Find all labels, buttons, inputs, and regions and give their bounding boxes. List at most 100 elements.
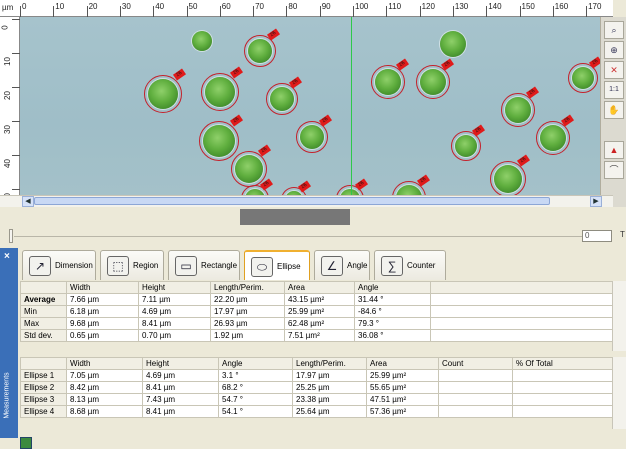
tab-rectangle[interactable]: ▭ Rectangle [168,250,240,280]
scroll-right-icon[interactable]: ▶ [590,196,602,207]
table-cell [430,305,613,318]
table-header-row: Width Height Angle Length/Perim. Area Co… [20,357,613,370]
column-header[interactable]: % Of Total [512,357,613,370]
ruler-tick [53,6,55,17]
measurement-tag: 26 [318,114,333,127]
one-to-one-icon[interactable]: 1:1 [604,81,624,99]
ruler-tick-label: 50 [188,2,198,11]
table-header-row: Width Height Length/Perim. Area Angle [20,281,613,294]
zoom-fit-icon[interactable]: ⊕ [604,41,624,59]
ruler-tick [386,6,388,17]
table-cell: 3.1 ° [218,369,293,382]
ruler-tick-label: 60 [221,2,231,11]
close-icon[interactable]: × [4,251,10,262]
ruler-tick [552,6,554,17]
table-cell [512,393,613,406]
column-header[interactable]: Angle [354,281,431,294]
column-header[interactable]: Length/Perim. [210,281,285,294]
scroll-left-icon[interactable]: ◀ [22,196,34,207]
cursor-guide-line [351,17,352,195]
table-cell [512,369,613,382]
ruler-tick-label: 40 [155,2,165,11]
column-header [20,357,67,370]
ruler-tick [419,6,421,17]
ruler-tick-label: 160 [554,2,569,11]
zoom-in-icon[interactable]: ⌕ [604,21,624,39]
table-row[interactable]: Ellipse 4 8.68 µm 8.41 µm 54.1 ° 25.64 µm 57.… [20,405,613,418]
ruler-tick-label: 100 [355,2,369,11]
color-picker-icon[interactable]: ▲ [604,141,624,159]
ruler-tick-label: 30 [121,2,131,11]
column-header[interactable]: Count [438,357,513,370]
table-row[interactable]: Ellipse 2 8.42 µm 8.41 µm 68.2 ° 25.25 µm 55.… [20,381,613,394]
ruler-tick-label: 90 [321,2,331,11]
column-header[interactable]: Width [66,281,139,294]
table-row[interactable]: Std dev. 0.65 µm 0.70 µm 1.92 µm 7.51 µm… [20,329,613,342]
region-icon: ⬚ [107,256,129,276]
ruler-tick [12,121,20,122]
table-row[interactable]: Ellipse 1 7.05 µm 4.69 µm 3.1 ° 17.97 µm 25.9… [20,369,613,382]
table-cell [430,293,613,306]
column-header[interactable]: Area [366,357,439,370]
table-cell: 0.70 µm [138,329,211,342]
table-row[interactable]: Max 9.68 µm 8.41 µm 26.93 µm 62.48 µm² 7… [20,317,613,330]
column-header[interactable]: Width [66,357,143,370]
column-header[interactable]: Length/Perim. [292,357,367,370]
tab-ellipse[interactable]: ⬭ Ellipse [244,250,310,280]
horizontal-scroll-thumb[interactable] [34,197,550,205]
table-row[interactable]: Average 7.66 µm 7.11 µm 22.20 µm 43.15 µ… [20,293,613,306]
tab-angle[interactable]: ∠ Angle [314,250,370,280]
table-cell: 7.51 µm² [284,329,355,342]
cell-object[interactable] [440,31,466,57]
tab-counter[interactable]: ∑ Counter [374,250,446,280]
ellipse-annotation[interactable] [199,121,239,161]
column-header[interactable]: Angle [218,357,293,370]
ruler-tick-label: 10 [2,57,12,66]
table-cell: 54.1 ° [218,405,293,418]
tab-region[interactable]: ⬚ Region [100,250,164,280]
lasso-icon[interactable]: ⌒ [604,161,624,179]
table-cell: 47.51 µm² [366,393,439,406]
table-cell: 6.18 µm [66,305,139,318]
row-label: Ellipse 2 [20,381,67,394]
ruler-tick [353,6,354,17]
ruler-tick [20,6,21,17]
measurement-tag: 26 [516,154,531,167]
image-canvas[interactable]: 26 26 26 26 26 26 26 26 26 26 26 26 26 26 26 26 26 26 [20,17,613,195]
ellipse-icon: ⬭ [251,257,273,277]
frame-slider-handle[interactable] [9,229,13,243]
measurement-tag: 26 [440,58,455,71]
ruler-tick [253,6,255,17]
frame-value-input[interactable]: 0 [582,230,612,242]
row-label: Std dev. [20,329,67,342]
ellipse-vertical-scrollbar[interactable] [612,357,626,429]
column-header[interactable]: Area [284,281,355,294]
cell-object[interactable] [192,31,212,51]
ruler-tick-label: 70 [255,2,264,11]
table-cell [438,381,513,394]
ruler-tick [486,6,488,17]
table-cell [438,393,513,406]
stats-vertical-scrollbar[interactable] [612,281,626,351]
cut-icon[interactable]: ✕ [604,61,624,79]
ruler-tick-label: 140 [488,2,502,11]
overview-thumbnail[interactable] [240,209,350,225]
column-header[interactable]: Height [138,281,211,294]
measurement-tag: 26 [229,66,244,79]
hand-icon[interactable]: ✋ [604,101,624,119]
row-label: Ellipse 3 [20,393,67,406]
table-cell [438,405,513,418]
table-cell: 17.97 µm [210,305,285,318]
table-cell: 26.93 µm [210,317,285,330]
table-row[interactable]: Min 6.18 µm 4.69 µm 17.97 µm 25.99 µm² -… [20,305,613,318]
column-header[interactable]: Height [142,357,219,370]
frame-slider-track[interactable] [14,236,582,237]
table-cell: 7.05 µm [66,369,143,382]
ruler-tick [519,6,521,17]
column-header [430,281,613,294]
ruler-tick-label: 30 [2,125,12,134]
viewer-toolbar: ⌕ ⊕ ✕ 1:1 ✋ ▲ ⌒ [600,17,626,207]
table-row[interactable]: Ellipse 3 8.13 µm 7.43 µm 54.7 ° 23.38 µm 47.… [20,393,613,406]
export-icon[interactable] [20,437,32,449]
tab-dimension[interactable]: ↗ Dimension [22,250,96,280]
